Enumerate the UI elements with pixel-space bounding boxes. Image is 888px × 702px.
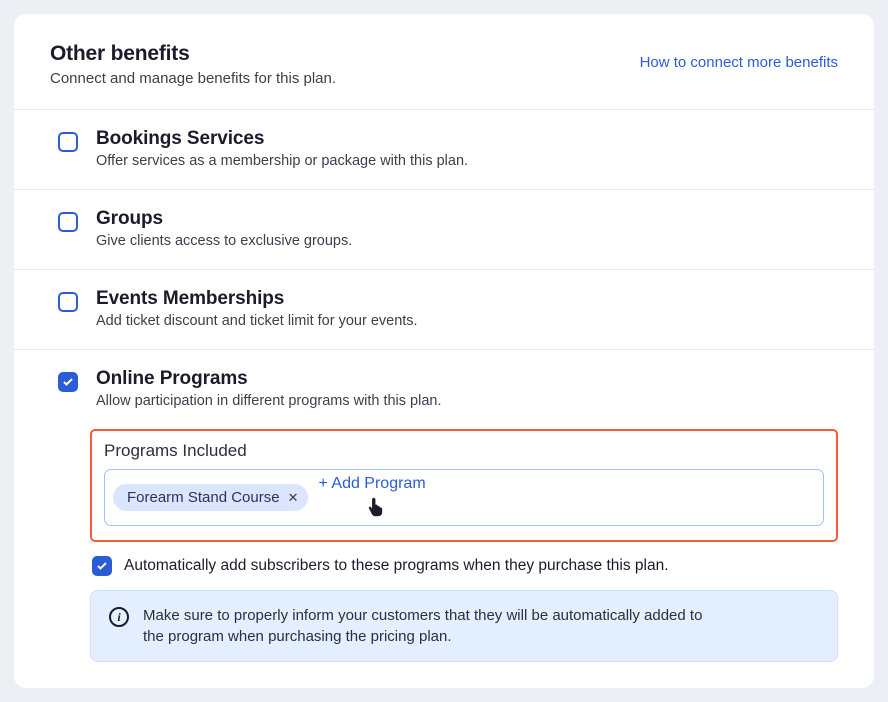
benefits-card: Other benefits Connect and manage benefi…	[14, 14, 874, 688]
card-header: Other benefits Connect and manage benefi…	[14, 14, 874, 109]
check-icon	[96, 560, 108, 572]
benefit-row-bookings[interactable]: Bookings Services Offer services as a me…	[14, 109, 874, 189]
check-icon	[62, 376, 74, 388]
benefit-desc: Allow participation in different program…	[96, 393, 442, 409]
auto-add-option[interactable]: Automatically add subscribers to these p…	[92, 556, 838, 576]
page-title: Other benefits	[50, 42, 336, 66]
benefit-row-groups[interactable]: Groups Give clients access to exclusive …	[14, 189, 874, 269]
benefit-text: Groups Give clients access to exclusive …	[96, 208, 352, 249]
benefit-row-events[interactable]: Events Memberships Add ticket discount a…	[14, 269, 874, 349]
help-link[interactable]: How to connect more benefits	[640, 54, 838, 71]
program-chip-label: Forearm Stand Course	[127, 489, 280, 506]
programs-included-highlight: Programs Included Forearm Stand Course ✕…	[90, 429, 838, 542]
info-icon: i	[109, 607, 129, 627]
checkbox-online-programs[interactable]	[58, 372, 78, 392]
auto-add-label: Automatically add subscribers to these p…	[124, 557, 669, 575]
benefit-title: Online Programs	[96, 368, 442, 390]
programs-included-label: Programs Included	[104, 441, 824, 461]
remove-chip-icon[interactable]: ✕	[288, 491, 299, 504]
program-chip: Forearm Stand Course ✕	[113, 484, 308, 511]
benefit-title: Bookings Services	[96, 128, 468, 150]
info-notice-text: Make sure to properly inform your custom…	[143, 605, 703, 647]
benefit-title: Groups	[96, 208, 352, 230]
benefit-text: Events Memberships Add ticket discount a…	[96, 288, 418, 329]
online-programs-detail: Programs Included Forearm Stand Course ✕…	[14, 429, 874, 688]
page-subtitle: Connect and manage benefits for this pla…	[50, 70, 336, 87]
checkbox-groups[interactable]	[58, 212, 78, 232]
checkbox-events[interactable]	[58, 292, 78, 312]
programs-included-input[interactable]: Forearm Stand Course ✕ + Add Program	[104, 469, 824, 526]
benefit-title: Events Memberships	[96, 288, 418, 310]
benefit-desc: Offer services as a membership or packag…	[96, 153, 468, 169]
checkbox-bookings[interactable]	[58, 132, 78, 152]
benefit-text: Bookings Services Offer services as a me…	[96, 128, 468, 169]
benefit-text: Online Programs Allow participation in d…	[96, 368, 442, 409]
benefit-desc: Add ticket discount and ticket limit for…	[96, 313, 418, 329]
checkbox-auto-add[interactable]	[92, 556, 112, 576]
cursor-icon	[367, 496, 385, 523]
benefit-desc: Give clients access to exclusive groups.	[96, 233, 352, 249]
header-text: Other benefits Connect and manage benefi…	[50, 42, 336, 87]
add-program-button[interactable]: + Add Program	[318, 475, 425, 493]
benefit-row-online-programs[interactable]: Online Programs Allow participation in d…	[14, 349, 874, 429]
info-notice: i Make sure to properly inform your cust…	[90, 590, 838, 662]
